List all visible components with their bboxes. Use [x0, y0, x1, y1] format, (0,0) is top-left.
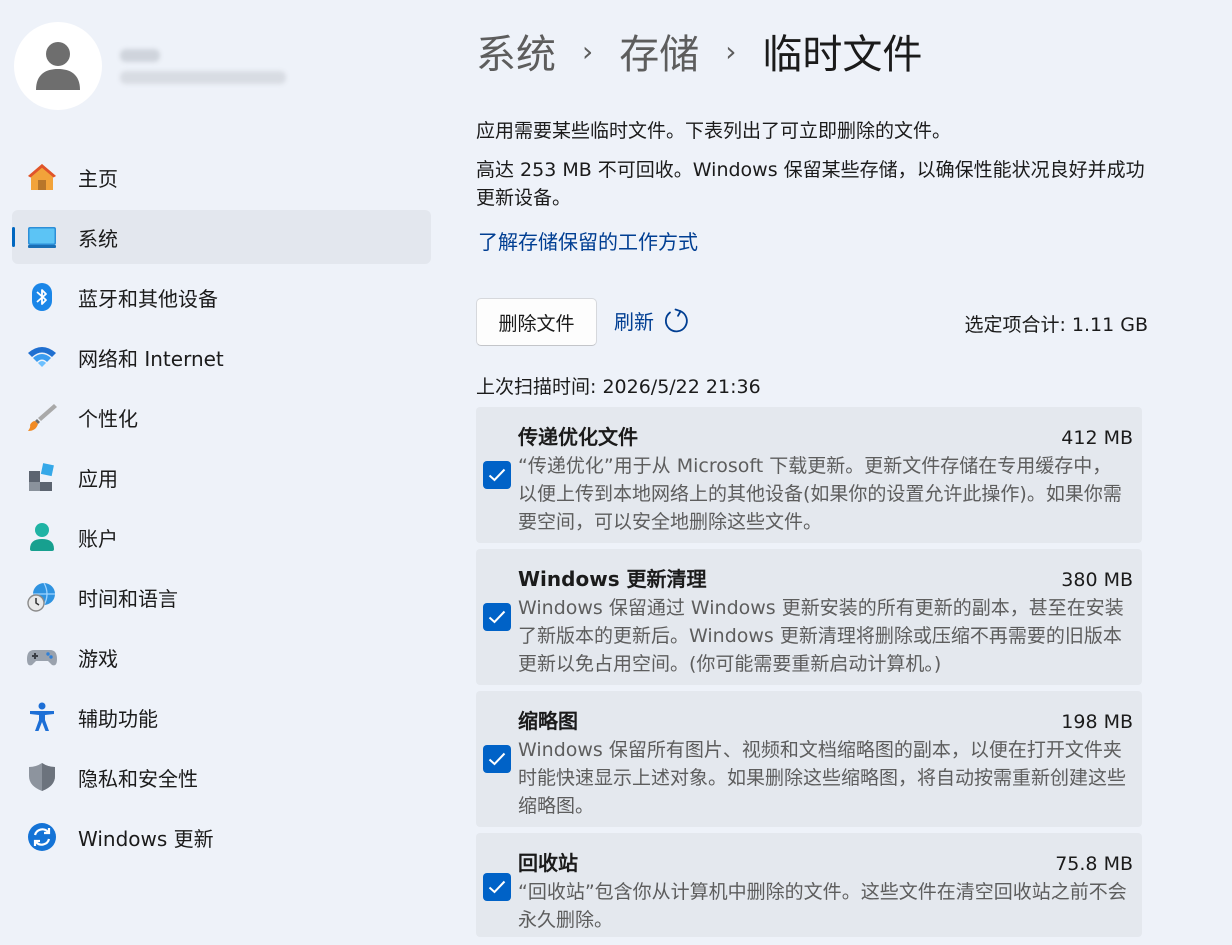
sidebar-item-label: 辅助功能 — [78, 706, 158, 731]
card-header: 缩略图 198 MB — [518, 705, 1133, 734]
bluetooth-icon — [26, 281, 58, 313]
item-title: 缩略图 — [518, 709, 578, 733]
person-icon — [36, 42, 80, 90]
page-title: 临时文件 — [762, 32, 923, 78]
refresh-button[interactable]: 刷新 — [614, 306, 690, 335]
item-description: Windows 保留通过 Windows 更新安装的所有更新的副本，甚至在安装了… — [518, 597, 1124, 675]
profile-text — [120, 48, 286, 84]
item-size: 75.8 MB — [1055, 853, 1133, 875]
total-selected: 选定项合计: 1.11 GB — [964, 314, 1148, 336]
sidebar-item-label: Windows 更新 — [78, 826, 214, 851]
item-title: Windows 更新清理 — [518, 567, 707, 591]
action-row: 删除文件 刷新 选定项合计: 1.11 GB — [476, 298, 1148, 346]
sidebar-item-accounts[interactable]: 账户 — [12, 510, 431, 564]
checkbox-windows-update-cleanup[interactable] — [483, 603, 511, 631]
globe-clock-icon — [26, 581, 58, 613]
last-scan-time: 上次扫描时间: 2026/5/22 21:36 — [476, 376, 761, 398]
checkmark-icon — [488, 880, 506, 894]
item-description: Windows 保留所有图片、视频和文档缩略图的副本，以便在打开文件夹时能快速显… — [518, 739, 1127, 817]
profile-name — [120, 48, 160, 62]
sidebar-item-bluetooth[interactable]: 蓝牙和其他设备 — [12, 270, 431, 324]
profile-email — [120, 70, 286, 84]
list-item: 回收站 75.8 MB “回收站”包含你从计算机中删除的文件。这些文件在清空回收… — [476, 833, 1142, 937]
shield-icon — [26, 761, 58, 793]
item-description: “回收站”包含你从计算机中删除的文件。这些文件在清空回收站之前不会永久删除。 — [518, 881, 1127, 931]
avatar[interactable] — [14, 22, 102, 110]
description-intro: 应用需要某些临时文件。下表列出了可立即删除的文件。 — [476, 120, 952, 142]
checkbox-recycle-bin[interactable] — [483, 873, 511, 901]
list-item: 缩略图 198 MB Windows 保留所有图片、视频和文档缩略图的副本，以便… — [476, 691, 1142, 827]
sidebar-item-home[interactable]: 主页 — [12, 150, 431, 204]
sidebar-item-gaming[interactable]: 游戏 — [12, 630, 431, 684]
accessibility-icon — [26, 701, 58, 733]
item-size: 412 MB — [1061, 427, 1133, 449]
sidebar-item-label: 系统 — [78, 226, 118, 251]
sidebar-item-label: 蓝牙和其他设备 — [78, 286, 218, 311]
checkbox-delivery-optimization[interactable] — [483, 461, 511, 489]
sidebar-item-label: 游戏 — [78, 646, 118, 671]
description-reserved: 高达 253 MB 不可回收。Windows 保留某些存储，以确保性能状况良好并… — [476, 159, 1145, 209]
sidebar-item-system[interactable]: 系统 — [12, 210, 431, 264]
card-header: Windows 更新清理 380 MB — [518, 563, 1133, 592]
sidebar-item-label: 账户 — [78, 526, 118, 551]
chevron-right-icon: › — [725, 34, 737, 68]
brush-icon — [26, 401, 58, 433]
sidebar-item-label: 主页 — [78, 166, 118, 191]
home-icon — [26, 161, 58, 193]
wifi-icon — [26, 341, 58, 373]
card-header: 回收站 75.8 MB — [518, 847, 1133, 876]
item-size: 380 MB — [1061, 569, 1133, 591]
breadcrumb: 系统 › 存储 › 临时文件 — [476, 22, 922, 80]
sidebar-item-label: 应用 — [78, 466, 118, 491]
sidebar-item-label: 网络和 Internet — [78, 346, 224, 371]
settings-window: 主页 系统 蓝牙和其他设备 网络和 Internet 个性化 应用 账户 时间和… — [0, 0, 1232, 945]
breadcrumb-system[interactable]: 系统 — [476, 22, 556, 80]
sidebar-item-privacy[interactable]: 隐私和安全性 — [12, 750, 431, 804]
delete-files-button[interactable]: 删除文件 — [476, 298, 597, 346]
sidebar-item-accessibility[interactable]: 辅助功能 — [12, 690, 431, 744]
checkmark-icon — [488, 468, 506, 482]
sidebar-item-label: 隐私和安全性 — [78, 766, 198, 791]
list-item: Windows 更新清理 380 MB Windows 保留通过 Windows… — [476, 549, 1142, 685]
sidebar-item-label: 时间和语言 — [78, 586, 178, 611]
sidebar-item-time-language[interactable]: 时间和语言 — [12, 570, 431, 624]
sidebar-item-windows-update[interactable]: Windows 更新 — [12, 810, 431, 864]
temp-file-list: 传递优化文件 412 MB “传递优化”用于从 Microsoft 下载更新。更… — [476, 407, 1142, 943]
refresh-label: 刷新 — [614, 310, 654, 334]
card-header: 传递优化文件 412 MB — [518, 421, 1133, 450]
gamepad-icon — [26, 641, 58, 673]
checkbox-thumbnails[interactable] — [483, 745, 511, 773]
apps-icon — [26, 461, 58, 493]
checkmark-icon — [488, 610, 506, 624]
learn-storage-reserve-link[interactable]: 了解存储保留的工作方式 — [478, 226, 698, 255]
item-title: 回收站 — [518, 851, 578, 875]
breadcrumb-storage[interactable]: 存储 — [619, 22, 699, 80]
account-icon — [26, 521, 58, 553]
item-description: “传递优化”用于从 Microsoft 下载更新。更新文件存储在专用缓存中，以便… — [518, 455, 1122, 533]
item-title: 传递优化文件 — [518, 425, 638, 449]
list-item: 传递优化文件 412 MB “传递优化”用于从 Microsoft 下载更新。更… — [476, 407, 1142, 543]
refresh-icon — [664, 308, 688, 332]
item-size: 198 MB — [1061, 711, 1133, 733]
sidebar-item-personalization[interactable]: 个性化 — [12, 390, 431, 444]
user-profile[interactable] — [14, 22, 286, 110]
checkmark-icon — [488, 752, 506, 766]
system-icon — [26, 221, 58, 253]
nav-list: 主页 系统 蓝牙和其他设备 网络和 Internet 个性化 应用 账户 时间和… — [12, 150, 431, 870]
update-icon — [26, 821, 58, 853]
sidebar-item-network[interactable]: 网络和 Internet — [12, 330, 431, 384]
chevron-right-icon: › — [582, 34, 594, 68]
sidebar-item-label: 个性化 — [78, 406, 138, 431]
sidebar-item-apps[interactable]: 应用 — [12, 450, 431, 504]
sidebar: 主页 系统 蓝牙和其他设备 网络和 Internet 个性化 应用 账户 时间和… — [0, 0, 440, 945]
